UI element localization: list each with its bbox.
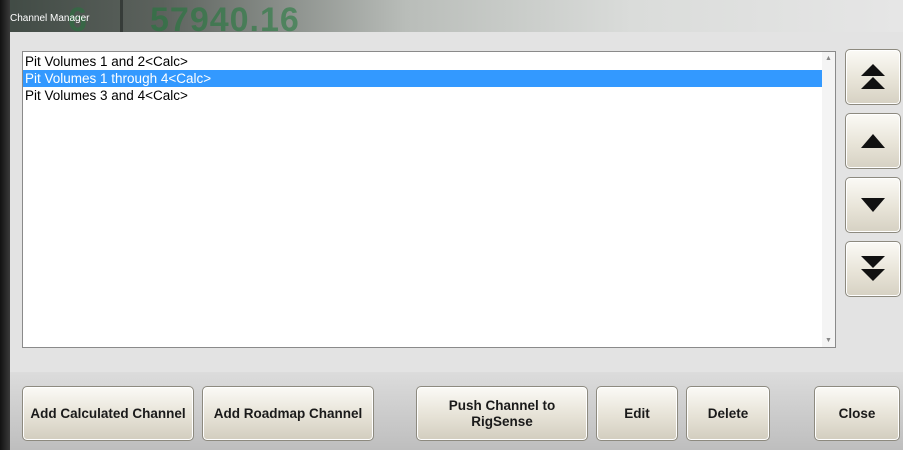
move-up-button[interactable]	[845, 113, 901, 169]
close-label: Close	[838, 405, 876, 421]
add-roadmap-channel-button[interactable]: Add Roadmap Channel	[202, 386, 374, 441]
channel-list-item[interactable]: Pit Volumes 1 and 2<Calc>	[23, 53, 823, 70]
add-calculated-channel-button[interactable]: Add Calculated Channel	[22, 386, 194, 441]
scroll-down-icon[interactable]: ▼	[822, 334, 835, 347]
move-to-top-button[interactable]	[845, 49, 901, 105]
channel-list[interactable]: Pit Volumes 1 and 2<Calc> Pit Volumes 1 …	[22, 51, 836, 348]
delete-label: Delete	[707, 405, 749, 421]
title-bar: 6 57940.16 Channel Manager	[0, 0, 903, 32]
edit-button[interactable]: Edit	[596, 386, 678, 441]
up-arrow-icon	[861, 134, 885, 148]
vertical-scrollbar[interactable]: ▲ ▼	[822, 52, 835, 347]
delete-button[interactable]: Delete	[686, 386, 770, 441]
background-readout: 57940.16	[150, 1, 300, 32]
scroll-up-icon[interactable]: ▲	[822, 52, 835, 65]
add-roadmap-channel-label: Add Roadmap Channel	[213, 405, 363, 421]
window-title: Channel Manager	[10, 13, 90, 24]
move-down-button[interactable]	[845, 177, 901, 233]
close-button[interactable]: Close	[814, 386, 900, 441]
channel-list-item-selected[interactable]: Pit Volumes 1 through 4<Calc>	[23, 70, 823, 87]
channel-manager-window: 6 57940.16 Channel Manager Pit Volumes 1…	[0, 0, 903, 450]
push-channel-to-rigsense-label: Push Channel to RigSense	[448, 397, 556, 429]
channel-list-item[interactable]: Pit Volumes 3 and 4<Calc>	[23, 87, 823, 104]
add-calculated-channel-label: Add Calculated Channel	[30, 405, 186, 421]
double-down-arrow-icon	[861, 256, 885, 281]
down-arrow-icon	[861, 198, 885, 212]
push-channel-to-rigsense-button[interactable]: Push Channel to RigSense	[416, 386, 588, 441]
double-up-arrow-icon	[861, 64, 885, 89]
edit-label: Edit	[624, 405, 650, 421]
move-to-bottom-button[interactable]	[845, 241, 901, 297]
background-separator	[120, 0, 123, 32]
left-edge-strip	[0, 0, 10, 450]
